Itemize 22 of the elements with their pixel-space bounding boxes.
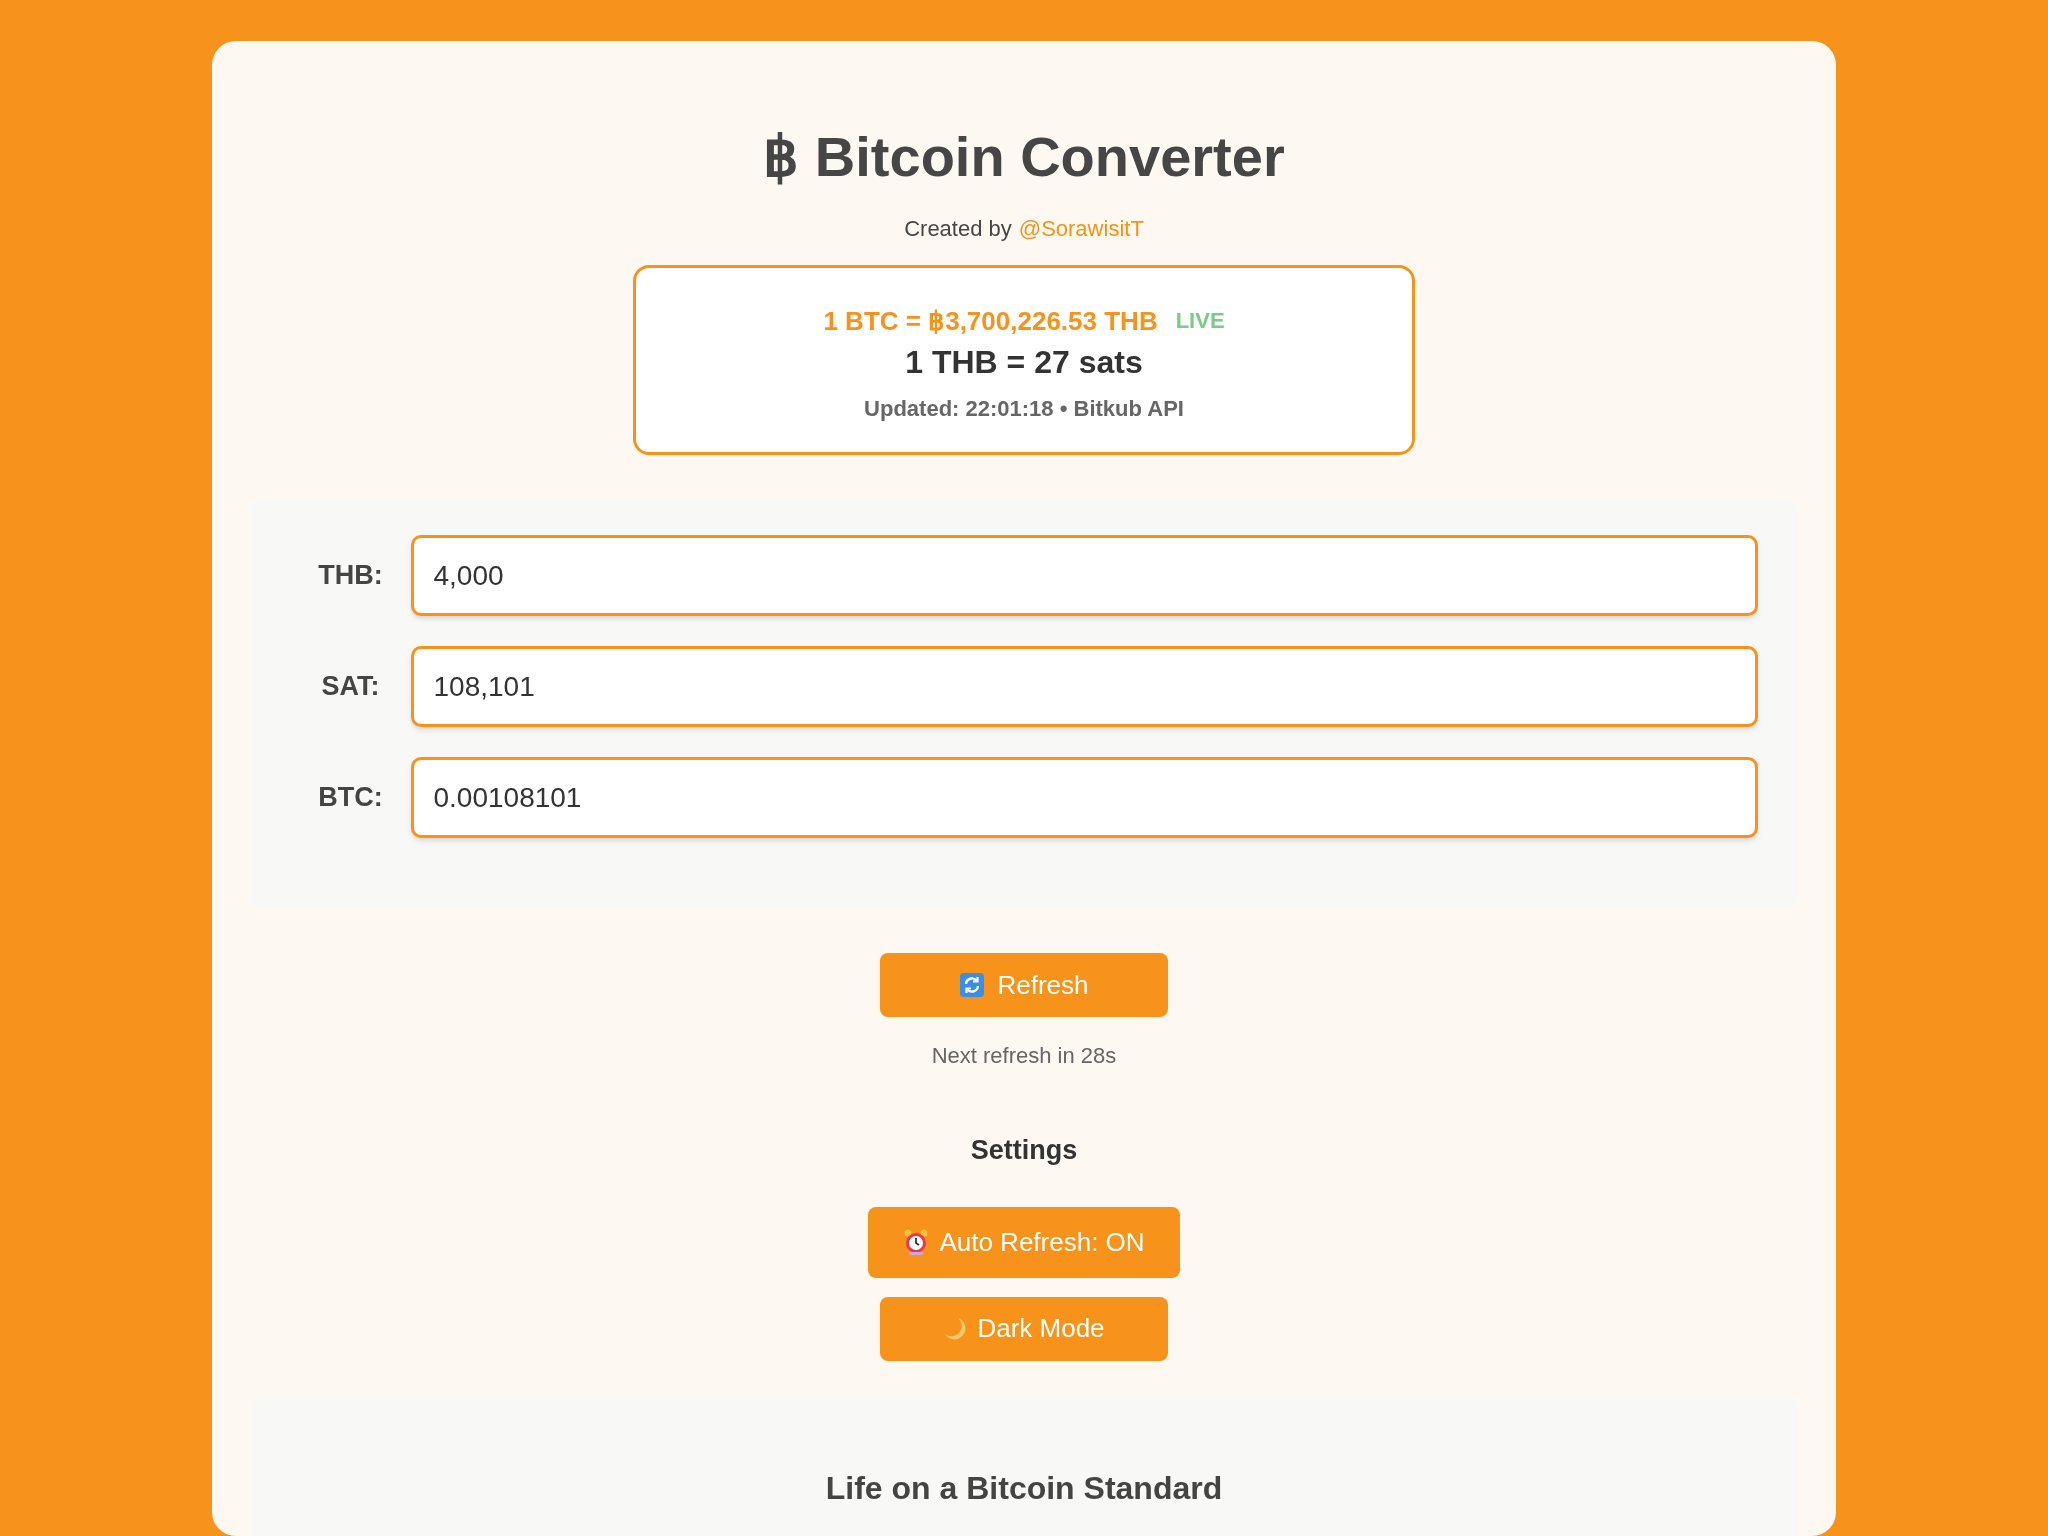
auto-refresh-button[interactable]: Auto Refresh: ON — [868, 1206, 1180, 1278]
field-label: THB: — [317, 559, 384, 593]
amount-input[interactable]: 4,000 — [410, 535, 1758, 616]
alarm-clock-icon — [903, 1228, 930, 1256]
settings-heading: Settings — [970, 1134, 1078, 1167]
page-title: ฿ Bitcoin Converter — [763, 124, 1285, 190]
moon-icon — [943, 1315, 968, 1342]
section-heading: Life on a Bitcoin Standard — [825, 1468, 1223, 1508]
field-label: BTC: — [317, 781, 384, 815]
sats-rate: 1 THB = 27 sats — [905, 343, 1143, 382]
amount-input[interactable]: 108,101 — [410, 646, 1758, 727]
live-label: LIVE — [1175, 307, 1225, 335]
refresh-button[interactable]: Refresh — [880, 953, 1168, 1017]
refresh-icon — [959, 972, 986, 998]
btc-rate: 1 BTC = ฿3,700,226.53 THB — [823, 305, 1158, 338]
dark-mode-button[interactable]: Dark Mode — [880, 1296, 1168, 1361]
credit-text: Created by — [904, 215, 1012, 243]
field-label: SAT: — [320, 670, 381, 704]
countdown-text: Next refresh in 28s — [931, 1042, 1117, 1070]
author-link[interactable]: @SorawisitT — [1018, 215, 1144, 243]
amount-input[interactable]: 0.00108101 — [410, 757, 1758, 838]
updated-text: Updated: 22:01:18 • Bitkub API — [864, 395, 1184, 423]
